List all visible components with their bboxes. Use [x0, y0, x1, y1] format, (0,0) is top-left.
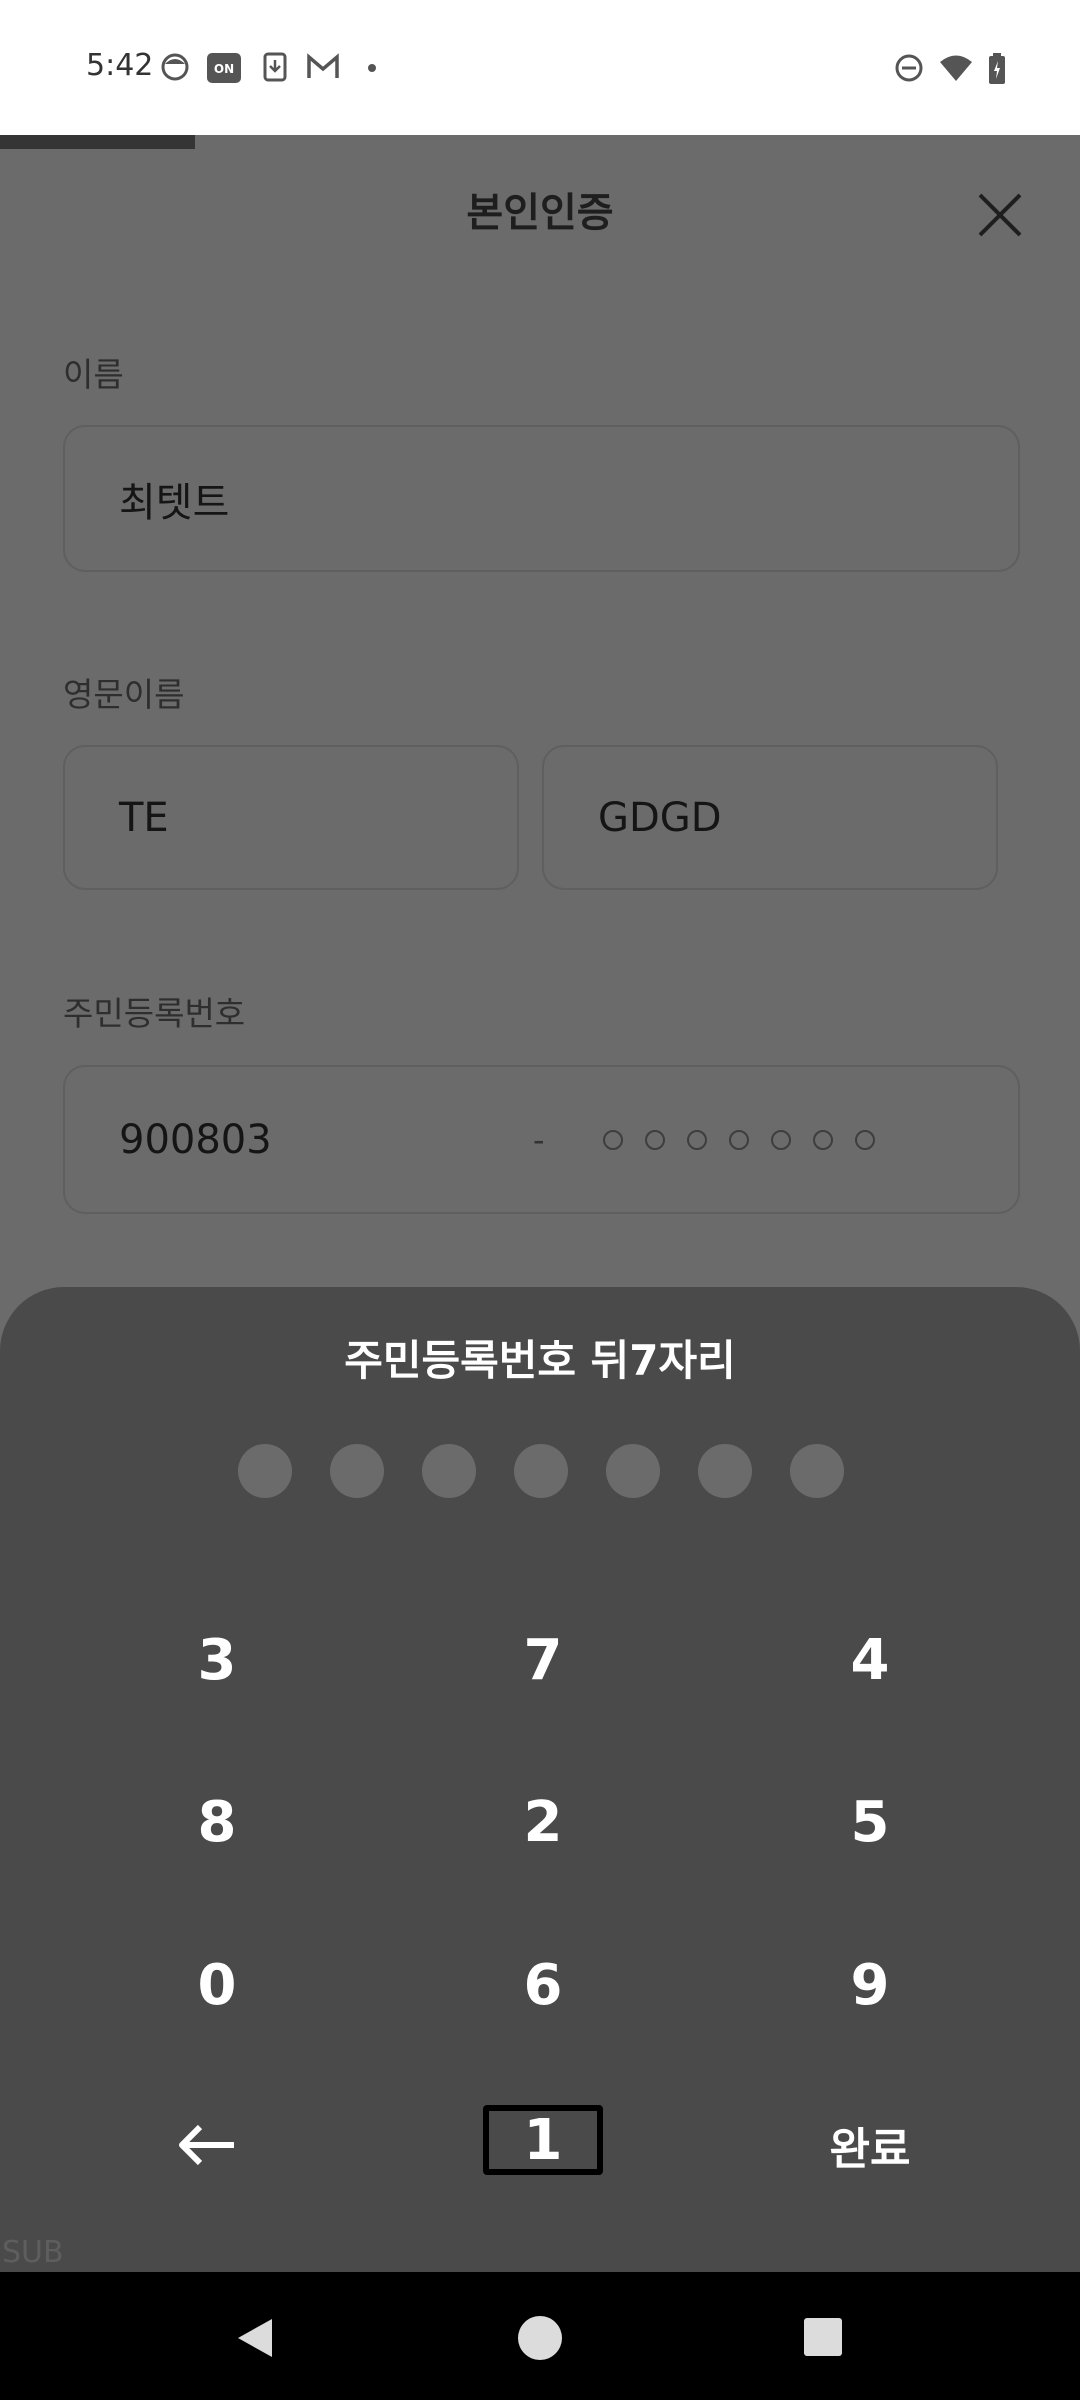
english-name-label: 영문이름 — [63, 675, 185, 714]
name-value: 최텟트 — [119, 479, 230, 526]
rrn-back-placeholder — [729, 1129, 749, 1150]
rrn-back-placeholder — [855, 1129, 875, 1150]
face-icon — [161, 53, 189, 81]
rrn-back-placeholder — [771, 1129, 791, 1150]
keypad-key[interactable]: 5 — [770, 1772, 970, 1872]
name-field[interactable]: 최텟트 — [63, 425, 1020, 572]
rrn-back-placeholder — [813, 1129, 833, 1150]
on-badge-icon: ON — [207, 53, 241, 83]
keypad-title: 주민등록번호 뒤7자리 — [344, 1336, 736, 1385]
rrn-label: 주민등록번호 — [63, 994, 246, 1033]
dot-icon — [368, 64, 376, 72]
navigation-bar — [0, 2272, 1080, 2400]
keypad-key[interactable]: 9 — [770, 1935, 970, 2035]
rrn-back-placeholder — [603, 1129, 623, 1150]
english-last-name-field[interactable]: GDGD — [542, 745, 998, 890]
pin-dot — [790, 1444, 844, 1498]
english-first-name-value: TE — [119, 794, 169, 841]
pin-dot — [330, 1444, 384, 1498]
download-icon — [263, 52, 287, 82]
english-last-name-value: GDGD — [598, 794, 722, 841]
status-bar: 5:42 ON — [0, 0, 1080, 135]
keypad-key[interactable]: 1 — [483, 2105, 603, 2175]
svg-text:ON: ON — [214, 62, 234, 76]
pin-dot — [698, 1444, 752, 1498]
pin-dot — [514, 1444, 568, 1498]
rrn-back-placeholder — [687, 1129, 707, 1150]
pin-dot — [606, 1444, 660, 1498]
name-label: 이름 — [63, 355, 124, 394]
close-icon[interactable] — [972, 187, 1028, 243]
progress-bar — [0, 135, 195, 149]
rrn-back-placeholder — [645, 1129, 665, 1150]
english-first-name-field[interactable]: TE — [63, 745, 519, 890]
rrn-field[interactable]: 900803 - — [63, 1065, 1020, 1214]
keypad-key[interactable]: 4 — [770, 1610, 970, 1710]
arrow-left-icon — [179, 2124, 234, 2166]
secure-keypad-sheet: 주민등록번호 뒤7자리 3 7 4 8 2 5 0 6 9 1 완료 — [0, 1287, 1080, 2272]
home-icon[interactable] — [516, 2314, 564, 2362]
rrn-front-value: 900803 — [119, 1116, 272, 1163]
gmail-icon — [307, 53, 339, 78]
dnd-icon — [895, 54, 923, 82]
pin-dot — [238, 1444, 292, 1498]
keypad-key[interactable]: 2 — [443, 1772, 643, 1872]
backspace-button[interactable] — [106, 2095, 306, 2195]
page-title: 본인인증 — [466, 190, 614, 236]
keypad-key[interactable]: 7 — [443, 1610, 643, 1710]
done-button[interactable]: 완료 — [770, 2095, 970, 2195]
recents-icon[interactable] — [802, 2316, 844, 2358]
back-icon[interactable] — [232, 2315, 278, 2361]
keypad-key[interactable]: 8 — [117, 1772, 317, 1872]
keypad-key[interactable]: 0 — [117, 1935, 317, 2035]
battery-charging-icon — [989, 53, 1005, 84]
status-time: 5:42 — [86, 48, 154, 83]
sub-label: SUB — [2, 2235, 64, 2270]
rrn-dash: - — [533, 1120, 545, 1159]
wifi-icon — [940, 55, 972, 81]
pin-dot — [422, 1444, 476, 1498]
keypad-key[interactable]: 6 — [443, 1935, 643, 2035]
keypad-key[interactable]: 3 — [117, 1610, 317, 1710]
